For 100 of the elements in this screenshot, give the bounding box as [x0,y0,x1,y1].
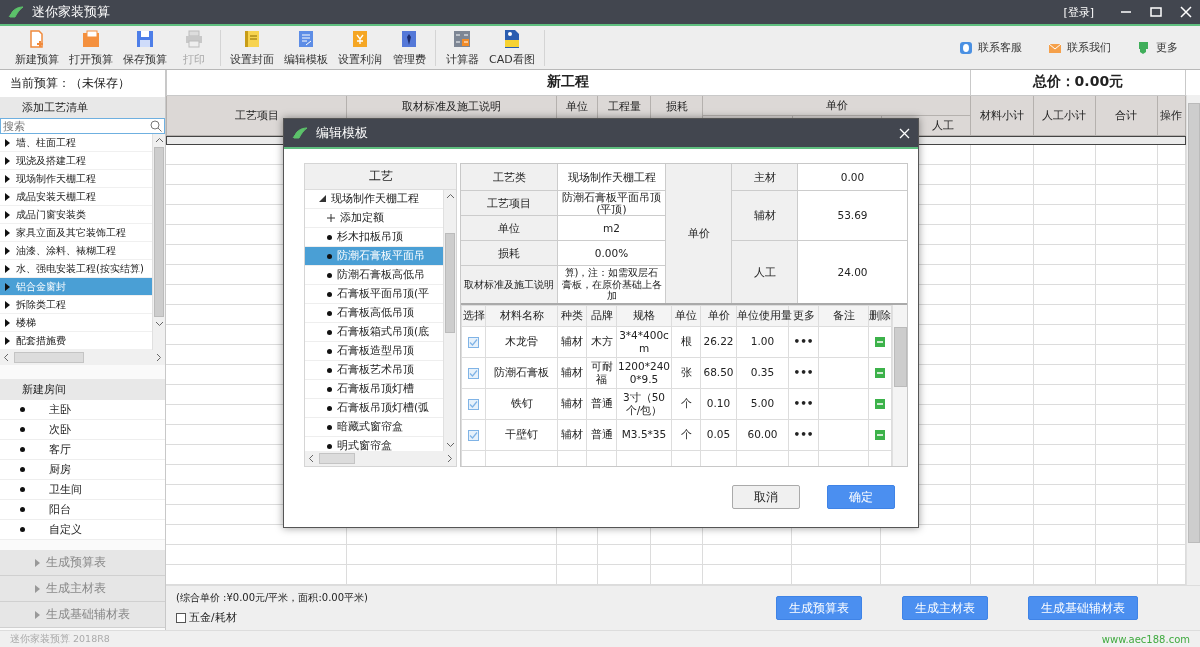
hardware-checkbox[interactable]: 五金/耗材 [176,611,736,625]
close-icon[interactable] [1180,6,1192,18]
bullet-icon [20,427,25,432]
more-button[interactable]: ••• [788,326,819,357]
table-cell: 1.00 [736,326,789,357]
delete-icon[interactable] [875,430,885,441]
category-item[interactable]: 成品门窗安装类 [0,206,152,224]
scrollbar[interactable] [892,304,907,466]
bullet-icon [327,310,332,316]
tree-item[interactable]: 石膏板造型吊顶 [305,342,443,361]
total-price: 总价：0.00元 [970,70,1186,95]
toolbar-button[interactable]: 保存预算 [118,28,172,67]
header-link[interactable]: 更多 [1131,39,1184,56]
table-cell: 辅材 [557,326,587,357]
category-item[interactable]: 墙、柱面工程 [0,134,152,152]
tree-item[interactable]: 石膏板平面吊顶(平 [305,285,443,304]
tree-item[interactable]: 暗藏式窗帘盒 [305,418,443,437]
tree-node[interactable]: 现场制作天棚工程 [305,190,443,209]
toolbar-button[interactable]: 设置封面 [225,28,279,67]
login-link[interactable]: [登录] [1063,4,1094,20]
table-cell: 0.35 [736,357,789,388]
category-item[interactable]: 楼梯 [0,314,152,332]
version-text: 迷你家装预算 2018R8 [10,632,110,646]
table-cell: 辅材 [557,419,587,450]
column-header: 合计 [1095,95,1158,135]
toolbar-button[interactable]: CAD看图 [484,28,540,67]
room-item[interactable]: 次卧 [0,420,165,440]
category-item[interactable]: 家具立面及其它装饰工程 [0,224,152,242]
search-field[interactable]: 搜索 [0,118,165,134]
delete-icon[interactable] [875,399,885,410]
table-cell: 68.50 [700,357,737,388]
cancel-button[interactable]: 取消 [732,485,800,509]
category-item[interactable]: 拆除类工程 [0,296,152,314]
table-cell: M3.5*35 [616,419,672,450]
more-button[interactable]: ••• [788,388,819,419]
toolbar-button[interactable]: 编辑模板 [279,28,333,67]
tree-item[interactable]: 防潮石膏板高低吊 [305,266,443,285]
toolbar-button[interactable]: 打开预算 [64,28,118,67]
tree-item[interactable]: 石膏板吊顶灯槽(弧 [305,399,443,418]
category-item[interactable]: 油漆、涂料、裱糊工程 [0,242,152,260]
more-button[interactable]: ••• [788,419,819,450]
table-cell: 张 [671,357,701,388]
column-header: 备注 [818,305,869,326]
tree-item[interactable]: 石膏板艺术吊顶 [305,361,443,380]
category-item[interactable]: 现浇及搭建工程 [0,152,152,170]
column-header: 单位 [671,305,701,326]
field-label: 主材 [732,164,797,190]
horizontal-scrollbar[interactable] [0,350,165,365]
bullet-icon [20,467,25,472]
table-cell: 干壁钉 [485,419,558,450]
field-value: m2 [558,216,665,240]
toolbar-button[interactable]: 计算器 [440,28,484,67]
table-cell: 木方 [586,326,617,357]
section-header: 添加工艺清单 [0,97,165,118]
header-link[interactable]: 联系客服 [953,39,1028,56]
scrollbar[interactable] [443,190,456,451]
tree-item[interactable]: 石膏板高低吊顶 [305,304,443,323]
category-item[interactable]: 现场制作天棚工程 [0,170,152,188]
toolbar-button[interactable]: 新建预算 [10,28,64,67]
header-link[interactable]: 联系我们 [1042,39,1117,56]
room-item[interactable]: 主卧 [0,400,165,420]
tree-item[interactable]: 杉木扣板吊顶 [305,228,443,247]
tree-item[interactable]: 石膏板箱式吊顶(底 [305,323,443,342]
row-checkbox[interactable] [468,367,479,379]
room-item[interactable]: 客厅 [0,440,165,460]
table-cell: 木龙骨 [485,326,558,357]
leaf-logo-icon [292,127,308,139]
tree-item[interactable]: 石膏板吊顶灯槽 [305,380,443,399]
toolbar-button[interactable]: 设置利润 [333,28,387,67]
window-title: 迷你家装预算 [32,3,110,21]
room-item[interactable]: 自定义 [0,520,165,540]
maximize-icon[interactable] [1150,6,1162,18]
category-item[interactable]: 成品安装天棚工程 [0,188,152,206]
bullet-icon [327,234,332,240]
row-checkbox[interactable] [468,398,479,410]
room-item[interactable]: 阳台 [0,500,165,520]
section-header: 新建房间 [0,379,165,400]
row-checkbox[interactable] [468,336,479,348]
delete-icon[interactable] [875,337,885,348]
field-label: 人工 [732,241,797,303]
field-label: 工艺类 [461,164,557,190]
more-button[interactable]: ••• [788,357,819,388]
room-item[interactable]: 卫生间 [0,480,165,500]
toolbar-button[interactable]: 管理费 [387,28,431,67]
horizontal-scrollbar[interactable] [305,451,456,466]
down-arrow-flag-icon [1137,40,1151,55]
close-icon[interactable] [899,127,910,139]
field-value: 0.00 [798,164,907,190]
scrollbar[interactable] [1186,95,1200,585]
scrollbar[interactable] [152,134,165,350]
field-label: 取材标准及施工说明 [461,266,557,303]
row-checkbox[interactable] [468,429,479,441]
project-title: 新工程 [166,70,971,95]
delete-icon[interactable] [875,368,885,379]
tree-item[interactable]: 添加定额 [305,209,443,228]
field-value: 防潮石膏板平面吊顶(平顶) [558,191,665,215]
notebook-icon [242,28,262,49]
table-cell: 60.00 [736,419,789,450]
bullet-icon [327,405,332,411]
room-item[interactable]: 厨房 [0,460,165,480]
